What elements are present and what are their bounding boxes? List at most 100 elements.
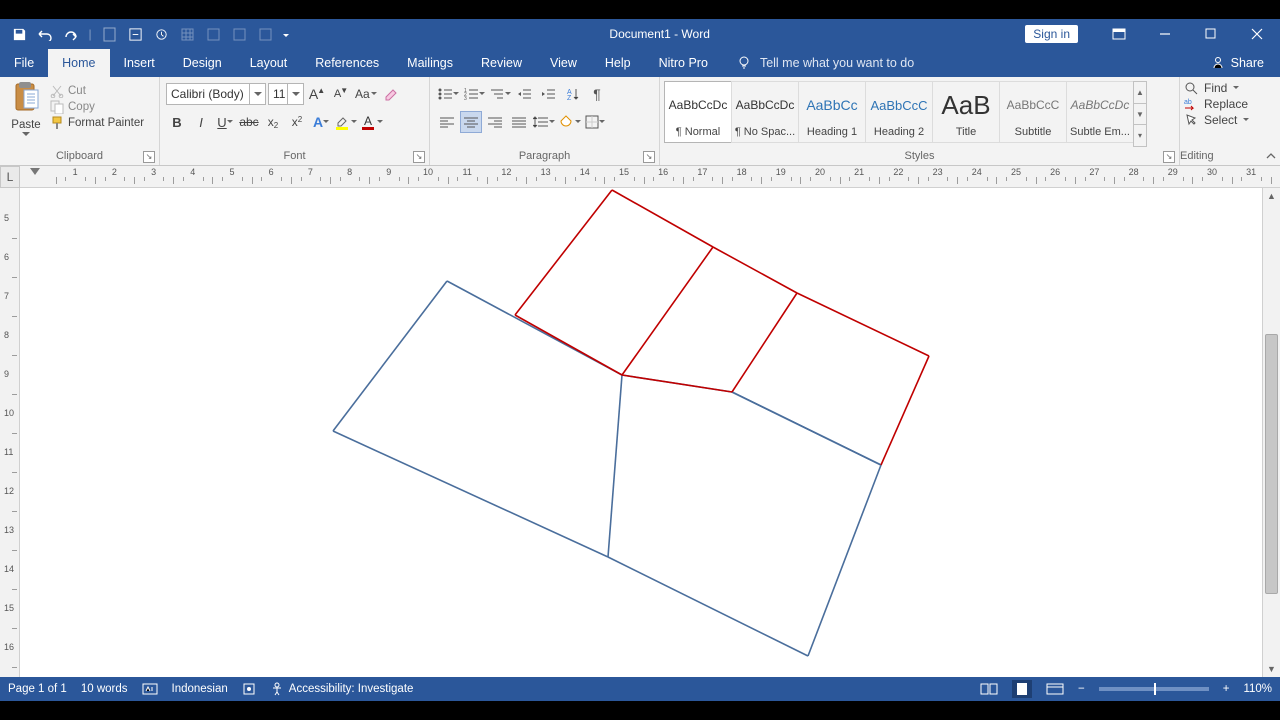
chevron-down-icon[interactable] <box>249 84 265 104</box>
styles-launcher[interactable]: ↘ <box>1163 151 1175 163</box>
superscript-icon[interactable]: x2 <box>286 111 308 133</box>
highlight-icon[interactable] <box>334 111 358 133</box>
status-spellcheck-icon[interactable] <box>142 682 158 696</box>
align-left-icon[interactable] <box>436 111 458 133</box>
vertical-ruler[interactable]: 5678910111213141516 <box>0 188 20 677</box>
zoom-slider-thumb[interactable] <box>1154 683 1156 695</box>
chevron-down-icon[interactable] <box>287 84 303 104</box>
document-canvas[interactable] <box>20 188 1262 677</box>
styles-scroll[interactable]: ▲ ▼ ▾ <box>1133 81 1147 147</box>
borders-icon[interactable] <box>584 111 606 133</box>
status-macro-icon[interactable] <box>242 682 256 696</box>
status-words[interactable]: 10 words <box>81 683 128 695</box>
tab-references[interactable]: References <box>301 49 393 77</box>
clear-formatting-icon[interactable] <box>380 83 402 105</box>
font-name-combo[interactable]: Calibri (Body) <box>166 83 266 105</box>
line-spacing-icon[interactable] <box>532 111 556 133</box>
scrollbar-thumb[interactable] <box>1265 334 1278 594</box>
save-icon[interactable] <box>6 19 32 49</box>
bullets-icon[interactable] <box>436 83 460 105</box>
find-button[interactable]: Find <box>1184 81 1276 95</box>
styles-gallery[interactable]: AaBbCcDc¶ NormalAaBbCcDc¶ No Spac...AaBb… <box>664 81 1133 147</box>
text-effects-icon[interactable]: A <box>310 111 332 133</box>
zoom-level[interactable]: 110% <box>1243 683 1272 695</box>
style-heading-1[interactable]: AaBbCcHeading 1 <box>798 81 866 143</box>
share-button[interactable]: Share <box>1195 49 1280 77</box>
clipboard-launcher[interactable]: ↘ <box>143 151 155 163</box>
grow-font-icon[interactable]: A▲ <box>306 83 328 105</box>
decrease-indent-icon[interactable] <box>514 83 536 105</box>
styles-scroll-up-icon[interactable]: ▲ <box>1133 81 1147 103</box>
italic-icon[interactable]: I <box>190 111 212 133</box>
status-page[interactable]: Page 1 of 1 <box>8 683 67 695</box>
scroll-up-icon[interactable]: ▲ <box>1263 188 1280 204</box>
increase-indent-icon[interactable] <box>538 83 560 105</box>
maximize-icon[interactable] <box>1188 19 1234 49</box>
style---no-spac---[interactable]: AaBbCcDc¶ No Spac... <box>731 81 799 143</box>
show-hide-icon[interactable]: ¶ <box>586 83 608 105</box>
align-right-icon[interactable] <box>484 111 506 133</box>
undo-icon[interactable] <box>32 19 58 49</box>
qa-extra3-icon[interactable] <box>252 19 278 49</box>
qa-extra1-icon[interactable] <box>200 19 226 49</box>
touch-mode-icon[interactable] <box>122 19 148 49</box>
horizontal-ruler[interactable]: L 12345678910111213141516171819202122232… <box>0 166 1280 188</box>
zoom-in-icon[interactable]: + <box>1223 683 1230 695</box>
tab-design[interactable]: Design <box>169 49 236 77</box>
chevron-down-icon[interactable] <box>1243 118 1249 122</box>
sign-in-button[interactable]: Sign in <box>1025 25 1078 43</box>
minimize-icon[interactable] <box>1142 19 1188 49</box>
tab-home[interactable]: Home <box>48 49 109 77</box>
zoom-slider[interactable] <box>1099 687 1209 691</box>
sort-icon[interactable]: AZ <box>562 83 584 105</box>
collapse-ribbon-icon[interactable] <box>1262 150 1280 162</box>
first-line-indent-marker[interactable] <box>30 168 40 175</box>
styles-scroll-down-icon[interactable]: ▼ <box>1133 103 1147 125</box>
tab-selector[interactable]: L <box>0 166 20 188</box>
style-subtitle[interactable]: AaBbCcCSubtitle <box>999 81 1067 143</box>
bold-icon[interactable]: B <box>166 111 188 133</box>
view-read-icon[interactable] <box>980 682 998 696</box>
paste-icon[interactable] <box>9 81 43 117</box>
tab-mailings[interactable]: Mailings <box>393 49 467 77</box>
change-case-icon[interactable]: Aa <box>354 83 378 105</box>
font-size-combo[interactable]: 11 <box>268 83 304 105</box>
justify-icon[interactable] <box>508 111 530 133</box>
numbering-icon[interactable]: 123 <box>462 83 486 105</box>
qa-extra2-icon[interactable] <box>226 19 252 49</box>
strikethrough-icon[interactable]: abc <box>238 111 260 133</box>
tab-view[interactable]: View <box>536 49 591 77</box>
multilevel-list-icon[interactable] <box>488 83 512 105</box>
status-accessibility[interactable]: Accessibility: Investigate <box>270 682 414 696</box>
status-language[interactable]: Indonesian <box>172 683 228 695</box>
tab-help[interactable]: Help <box>591 49 645 77</box>
shrink-font-icon[interactable]: A▼ <box>330 83 352 105</box>
underline-icon[interactable]: U <box>214 111 236 133</box>
qa-customize-dropdown[interactable] <box>278 19 294 49</box>
scroll-down-icon[interactable]: ▼ <box>1263 661 1280 677</box>
view-web-icon[interactable] <box>1046 682 1064 696</box>
qa-doc-icon[interactable] <box>148 19 174 49</box>
tab-nitro[interactable]: Nitro Pro <box>645 49 722 77</box>
tab-layout[interactable]: Layout <box>236 49 302 77</box>
align-center-icon[interactable] <box>460 111 482 133</box>
redo-icon[interactable] <box>58 19 84 49</box>
font-color-icon[interactable]: A <box>360 111 384 133</box>
qa-newdoc-icon[interactable] <box>96 19 122 49</box>
style-title[interactable]: AaBTitle <box>932 81 1000 143</box>
paste-dropdown-icon[interactable] <box>22 132 30 137</box>
select-button[interactable]: Select <box>1184 113 1276 127</box>
chevron-down-icon[interactable] <box>1233 86 1239 90</box>
paragraph-launcher[interactable]: ↘ <box>643 151 655 163</box>
zoom-out-icon[interactable]: − <box>1078 683 1085 695</box>
style-heading-2[interactable]: AaBbCcCHeading 2 <box>865 81 933 143</box>
qa-table-icon[interactable] <box>174 19 200 49</box>
tab-file[interactable]: File <box>0 49 48 77</box>
close-icon[interactable] <box>1234 19 1280 49</box>
styles-expand-icon[interactable]: ▾ <box>1133 124 1147 147</box>
style---normal[interactable]: AaBbCcDc¶ Normal <box>664 81 732 143</box>
font-launcher[interactable]: ↘ <box>413 151 425 163</box>
subscript-icon[interactable]: x2 <box>262 111 284 133</box>
vertical-scrollbar[interactable]: ▲ ▼ <box>1262 188 1280 677</box>
replace-button[interactable]: ab Replace <box>1184 97 1276 111</box>
